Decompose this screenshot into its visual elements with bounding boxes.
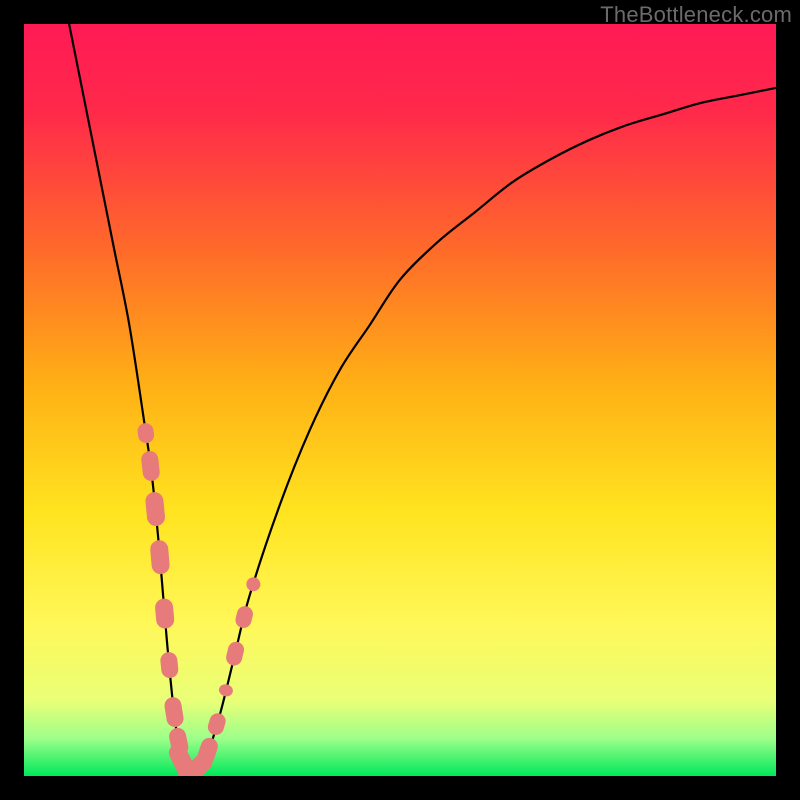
gradient-background xyxy=(24,24,776,776)
outer-frame: TheBottleneck.com xyxy=(0,0,800,800)
chart-svg xyxy=(24,24,776,776)
plot-area xyxy=(24,24,776,776)
